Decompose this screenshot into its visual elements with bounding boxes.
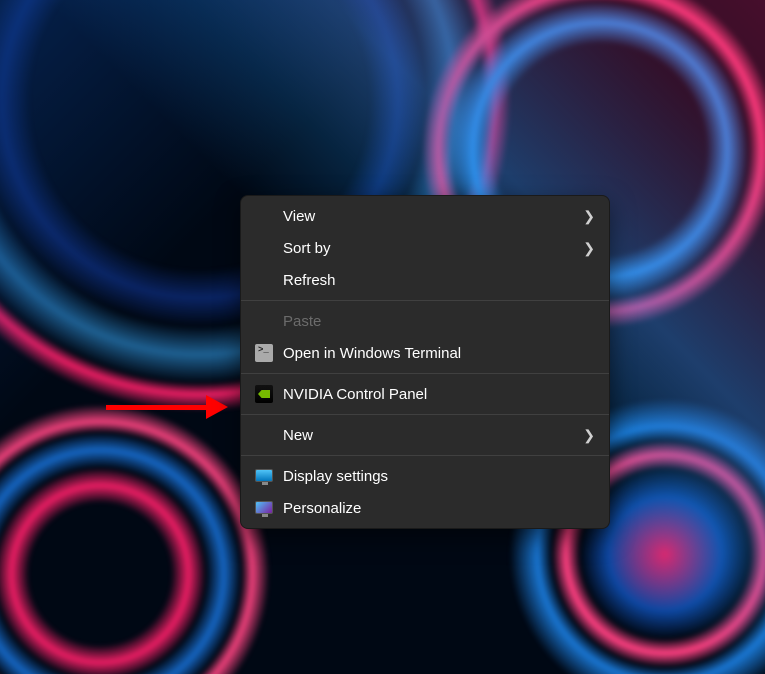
menu-item-paste: Paste bbox=[241, 305, 609, 337]
menu-label: Paste bbox=[283, 313, 595, 330]
chevron-right-icon: ❯ bbox=[583, 208, 595, 225]
menu-item-refresh[interactable]: Refresh bbox=[241, 264, 609, 296]
menu-label: Display settings bbox=[283, 468, 595, 485]
desktop-context-menu: View ❯ Sort by ❯ Refresh Paste Open in W… bbox=[240, 195, 610, 529]
annotation-arrow bbox=[106, 395, 228, 419]
menu-item-open-terminal[interactable]: Open in Windows Terminal bbox=[241, 337, 609, 369]
menu-separator bbox=[241, 414, 609, 415]
display-icon bbox=[255, 471, 283, 482]
desktop-wallpaper[interactable]: View ❯ Sort by ❯ Refresh Paste Open in W… bbox=[0, 0, 765, 674]
menu-label: View bbox=[283, 208, 583, 225]
nvidia-icon bbox=[255, 385, 283, 403]
menu-item-nvidia-control-panel[interactable]: NVIDIA Control Panel bbox=[241, 378, 609, 410]
menu-label: New bbox=[283, 427, 583, 444]
chevron-right-icon: ❯ bbox=[583, 427, 595, 444]
menu-label: Personalize bbox=[283, 500, 595, 517]
menu-item-display-settings[interactable]: Display settings bbox=[241, 460, 609, 492]
chevron-right-icon: ❯ bbox=[583, 240, 595, 257]
terminal-icon bbox=[255, 344, 283, 362]
menu-separator bbox=[241, 300, 609, 301]
menu-separator bbox=[241, 373, 609, 374]
menu-label: Sort by bbox=[283, 240, 583, 257]
menu-label: Open in Windows Terminal bbox=[283, 345, 595, 362]
menu-label: Refresh bbox=[283, 272, 595, 289]
personalize-icon bbox=[255, 503, 283, 514]
menu-item-view[interactable]: View ❯ bbox=[241, 200, 609, 232]
menu-label: NVIDIA Control Panel bbox=[283, 386, 595, 403]
menu-item-sort-by[interactable]: Sort by ❯ bbox=[241, 232, 609, 264]
menu-item-new[interactable]: New ❯ bbox=[241, 419, 609, 451]
menu-item-personalize[interactable]: Personalize bbox=[241, 492, 609, 524]
menu-separator bbox=[241, 455, 609, 456]
